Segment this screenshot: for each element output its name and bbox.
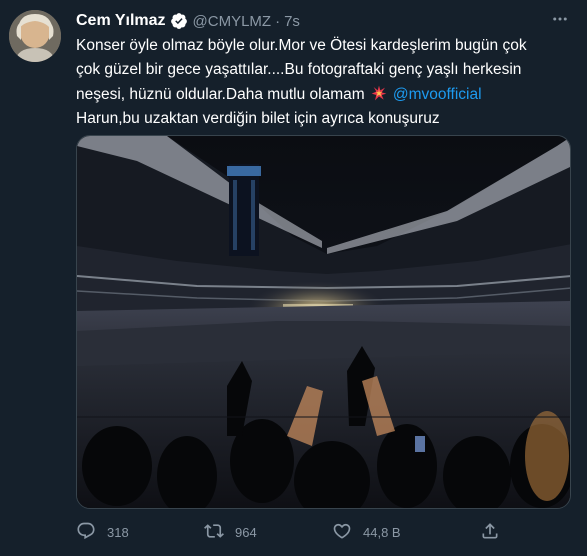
tweet-text-line: neşesi, hüznü oldular.Daha mutlu olamam … <box>76 82 576 107</box>
verified-badge-icon <box>170 12 188 30</box>
tweet-time[interactable]: 7s <box>284 13 300 30</box>
reply-count: 318 <box>107 524 129 540</box>
tweet-actions: 318 964 44,8 B <box>76 518 498 546</box>
tweet-text-line: çok güzel bir gece yaşattılar....Bu foto… <box>76 61 522 78</box>
tweet-photo[interactable] <box>76 135 571 509</box>
like-button[interactable]: 44,8 B <box>332 518 401 546</box>
avatar[interactable] <box>9 10 61 62</box>
tweet-header: Cem Yılmaz @CMYLMZ · 7s <box>76 11 300 31</box>
user-name[interactable]: Cem Yılmaz <box>76 12 166 30</box>
tweet-text-segment: neşesi, hüznü oldular.Daha mutlu olamam <box>76 86 365 103</box>
separator-dot: · <box>275 12 281 30</box>
more-options-icon[interactable] <box>548 9 572 29</box>
mention-link[interactable]: @mvoofficial <box>393 86 482 103</box>
retweet-count: 964 <box>235 524 257 540</box>
share-icon <box>480 521 500 544</box>
collision-icon <box>371 85 391 102</box>
reply-button[interactable]: 318 <box>76 518 129 546</box>
tweet: Cem Yılmaz @CMYLMZ · 7s Konser öyle olma… <box>0 0 587 556</box>
tweet-text-line: Harun,bu uzaktan verdiğin bilet için ayr… <box>76 110 440 127</box>
tweet-text: Konser öyle olmaz böyle olur.Mor ve Ötes… <box>76 34 576 131</box>
share-button[interactable] <box>480 518 500 546</box>
reply-icon <box>76 521 96 544</box>
retweet-icon <box>204 521 224 544</box>
like-count: 44,8 B <box>363 524 401 540</box>
heart-icon <box>332 521 352 544</box>
user-handle[interactable]: @CMYLMZ <box>193 13 272 30</box>
tweet-text-line: Konser öyle olmaz böyle olur.Mor ve Ötes… <box>76 37 527 54</box>
retweet-button[interactable]: 964 <box>204 518 257 546</box>
